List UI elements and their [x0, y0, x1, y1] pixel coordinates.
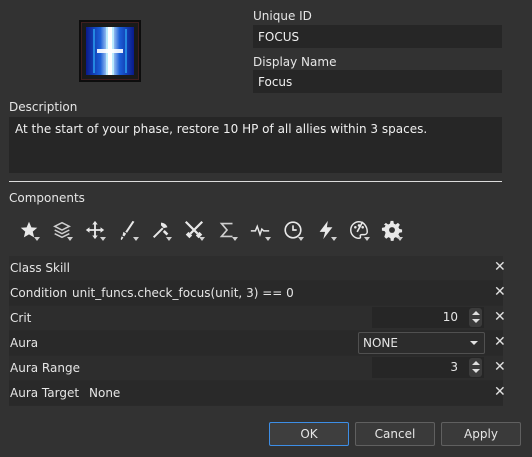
aura-select[interactable]: NONE: [358, 332, 485, 354]
blue-light-burst-icon: [86, 27, 134, 75]
sigma-icon-button[interactable]: [212, 215, 245, 245]
pulse-icon-button[interactable]: [245, 215, 278, 245]
component-name: Class Skill: [10, 261, 70, 275]
axe-wrench-icon-button[interactable]: [146, 215, 179, 245]
component-row-aura-target[interactable]: Aura Target None ✕: [9, 381, 506, 406]
close-icon[interactable]: ✕: [494, 360, 506, 374]
component-row-aura-range[interactable]: Aura Range 3 ✕: [9, 356, 506, 381]
ok-button[interactable]: OK: [269, 422, 349, 446]
display-name-field[interactable]: Focus: [253, 70, 502, 93]
description-field[interactable]: At the start of your phase, restore 10 H…: [9, 117, 502, 173]
close-icon[interactable]: ✕: [494, 285, 506, 299]
component-row-crit[interactable]: Crit 10 ✕: [9, 306, 506, 331]
chevron-down-icon: [470, 341, 478, 345]
clock-icon-button[interactable]: [278, 215, 311, 245]
apply-button[interactable]: Apply: [441, 422, 521, 446]
stepper-arrows-icon[interactable]: [469, 308, 482, 327]
skill-icon-frame[interactable]: [79, 20, 141, 82]
layers-icon-button[interactable]: [47, 215, 80, 245]
sword-icon-button[interactable]: [113, 215, 146, 245]
close-icon[interactable]: ✕: [494, 385, 506, 399]
aura-target-field[interactable]: None: [89, 386, 120, 400]
component-row-aura[interactable]: Aura NONE ✕: [9, 331, 506, 356]
palette-icon-button[interactable]: [344, 215, 377, 245]
unique-id-label: Unique ID: [253, 9, 312, 23]
star-icon-button[interactable]: [14, 215, 47, 245]
components-toolbar: [14, 215, 410, 245]
stepper-arrows-icon[interactable]: [469, 358, 482, 377]
display-name-label: Display Name: [253, 55, 337, 69]
component-row-class-skill[interactable]: Class Skill ✕: [9, 256, 506, 281]
component-name: Crit: [10, 311, 32, 325]
component-name: Aura Range: [10, 361, 80, 375]
crit-value: 10: [442, 310, 458, 324]
aura-selected-value: NONE: [363, 336, 398, 350]
close-icon[interactable]: ✕: [494, 310, 506, 324]
lightning-icon-button[interactable]: [311, 215, 344, 245]
aura-range-stepper[interactable]: 3: [372, 357, 484, 378]
component-name: Aura: [10, 336, 39, 350]
crit-stepper[interactable]: 10: [372, 307, 484, 328]
crossed-swords-icon-button[interactable]: [179, 215, 212, 245]
condition-field[interactable]: unit_funcs.check_focus(unit, 3) == 0: [72, 286, 294, 300]
close-icon[interactable]: ✕: [494, 335, 506, 349]
unique-id-field[interactable]: FOCUS: [253, 25, 502, 48]
gear-icon-button[interactable]: [377, 215, 410, 245]
section-divider: [9, 181, 502, 182]
component-list: Class Skill ✕ Condition unit_funcs.check…: [9, 256, 506, 406]
cancel-button[interactable]: Cancel: [355, 422, 435, 446]
aura-range-value: 3: [450, 360, 458, 374]
components-label: Components: [9, 191, 85, 205]
component-name: Condition: [10, 286, 68, 300]
move-arrows-icon-button[interactable]: [80, 215, 113, 245]
component-row-condition[interactable]: Condition unit_funcs.check_focus(unit, 3…: [9, 281, 506, 306]
component-name: Aura Target: [10, 386, 80, 400]
close-icon[interactable]: ✕: [494, 260, 506, 274]
description-label: Description: [9, 100, 78, 114]
